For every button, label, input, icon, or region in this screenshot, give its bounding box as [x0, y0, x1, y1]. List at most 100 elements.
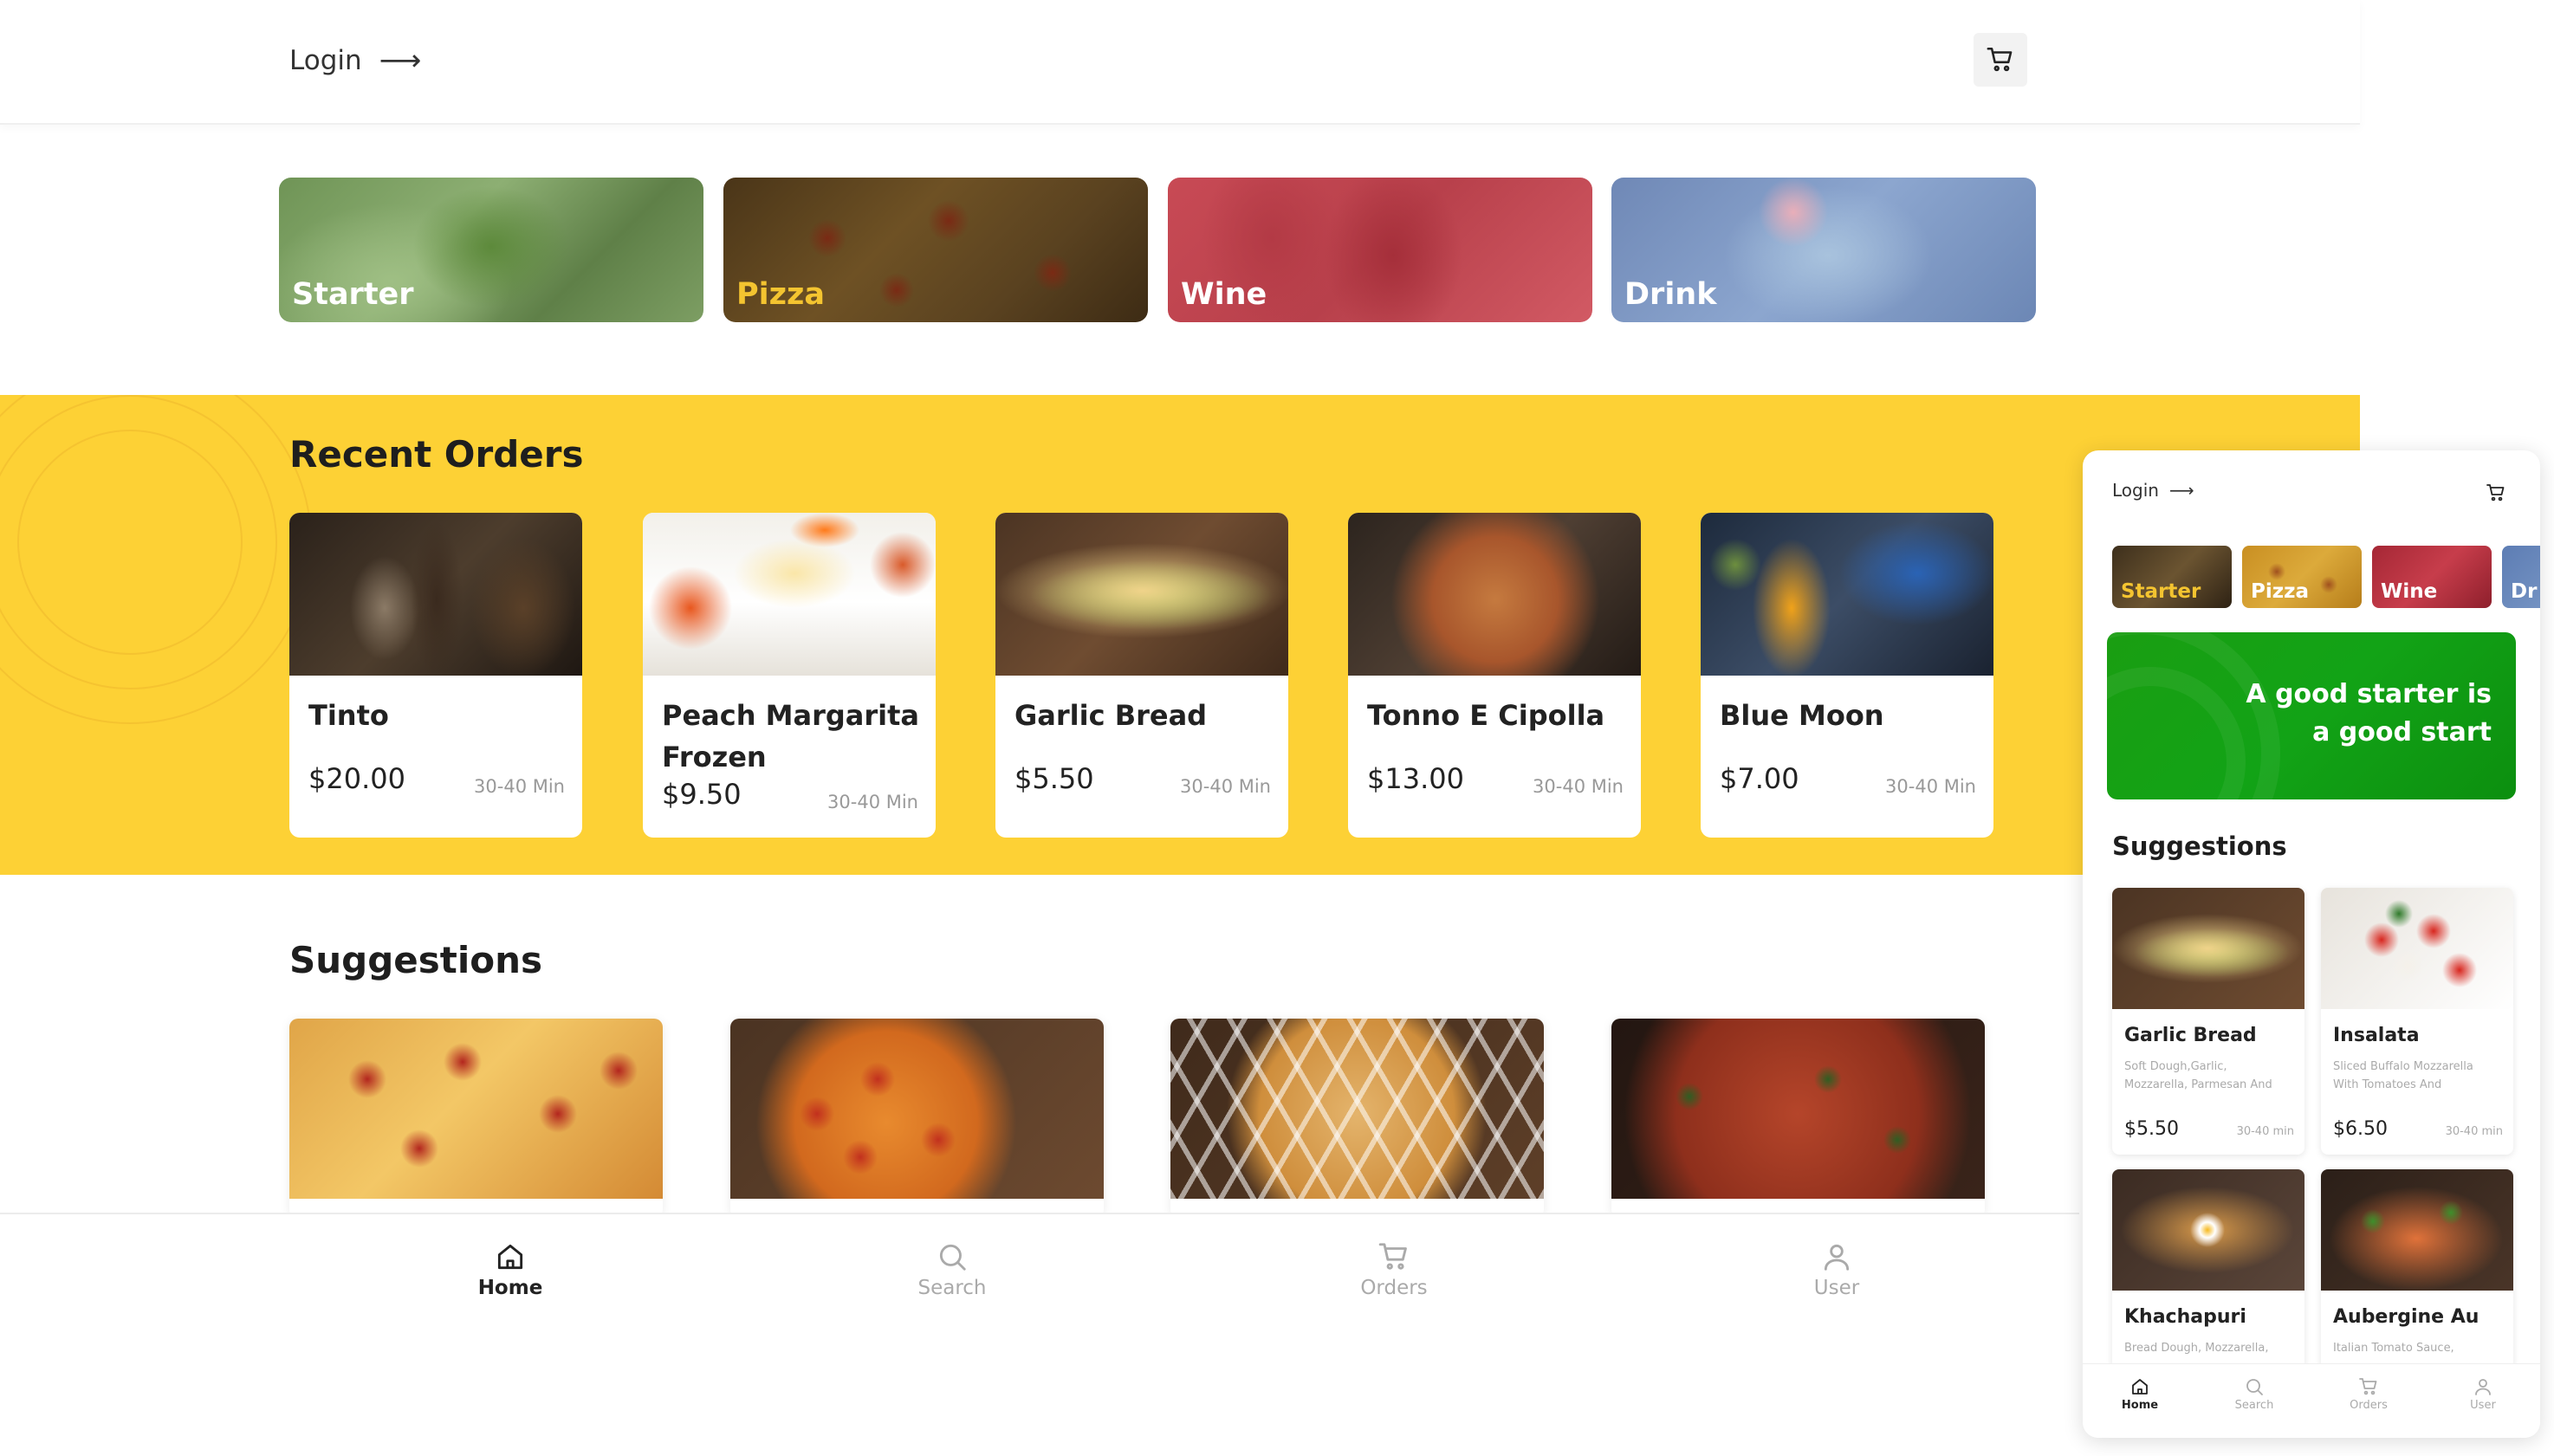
- order-card-peach-margarita[interactable]: Peach Margarita Frozen $9.50 30-40 Min: [643, 513, 936, 838]
- nav-label: Home: [2121, 1399, 2159, 1412]
- food-image: [2112, 888, 2304, 1009]
- cart-button[interactable]: [1974, 33, 2027, 87]
- mobile-bottom-nav: Home Search Orders User: [2083, 1363, 2540, 1438]
- nav-search[interactable]: Search: [2220, 1376, 2289, 1412]
- promo-text: A good starter is a good start: [2246, 679, 2492, 747]
- order-card-blue-moon[interactable]: Blue Moon $7.00 30-40 Min: [1701, 513, 1993, 838]
- suggestion-card-garlic-bread[interactable]: Garlic Bread Soft Dough,Garlic, Mozzarel…: [2112, 888, 2304, 1155]
- suggestion-card[interactable]: [730, 1019, 1104, 1218]
- category-label: Pizza: [736, 277, 826, 312]
- order-time: 30-40 Min: [1533, 776, 1624, 797]
- dish-name: Garlic Bread: [2124, 1025, 2257, 1046]
- order-name: Garlic Bread: [1014, 699, 1208, 732]
- user-icon: [2475, 1379, 2491, 1395]
- category-drink[interactable]: Dr: [2502, 546, 2540, 608]
- search-icon: [2246, 1379, 2263, 1395]
- category-label: Drink: [1624, 277, 1717, 312]
- login-link[interactable]: Login ⟶: [2112, 480, 2194, 501]
- home-icon: [2132, 1379, 2148, 1395]
- suggestions-title: Suggestions: [2112, 832, 2287, 861]
- order-price: $9.50: [662, 778, 742, 811]
- category-starter[interactable]: Starter: [2112, 546, 2232, 608]
- category-label: Starter: [292, 277, 414, 312]
- order-name: Blue Moon: [1720, 699, 1884, 732]
- cart-icon: [2359, 1378, 2377, 1395]
- food-image: [1701, 513, 1993, 676]
- nav-label: Search: [917, 1277, 987, 1299]
- category-label: Starter: [2121, 580, 2201, 603]
- home-icon: [497, 1244, 523, 1270]
- suggestion-card-insalata[interactable]: Insalata Sliced Buffalo Mozzarella With …: [2321, 888, 2513, 1155]
- mobile-preview: Login ⟶ Starter Pizza Wine Dr A good sta…: [2083, 450, 2540, 1438]
- category-label: Dr: [2511, 580, 2538, 603]
- dish-description: Bread Dough, Mozzarella,: [2124, 1342, 2269, 1355]
- category-pizza[interactable]: Pizza: [723, 178, 1148, 322]
- food-image: [730, 1019, 1104, 1199]
- dish-price: $6.50: [2333, 1118, 2388, 1140]
- order-name: Tinto: [308, 699, 389, 732]
- order-time: 30-40 Min: [474, 776, 565, 797]
- nav-user[interactable]: User: [2448, 1376, 2518, 1412]
- food-image: [289, 1019, 663, 1199]
- login-label: Login: [2112, 480, 2159, 501]
- order-name: Tonno E Cipolla: [1367, 699, 1605, 732]
- cart-icon: [2486, 484, 2505, 502]
- nav-user[interactable]: User: [1767, 1240, 1906, 1299]
- food-image: [1611, 1019, 1985, 1199]
- dish-description: Sliced Buffalo Mozzarella With Tomatoes …: [2333, 1060, 2473, 1091]
- nav-label: Search: [2234, 1399, 2274, 1412]
- order-card-tonno-e-cipolla[interactable]: Tonno E Cipolla $13.00 30-40 Min: [1348, 513, 1641, 838]
- food-image: [995, 513, 1288, 676]
- order-time: 30-40 Min: [1885, 776, 1976, 797]
- promo-banner[interactable]: A good starter is a good start: [2107, 632, 2516, 799]
- order-card-garlic-bread[interactable]: Garlic Bread $5.50 30-40 Min: [995, 513, 1288, 838]
- nav-label: Home: [477, 1277, 543, 1299]
- suggestion-card[interactable]: [289, 1019, 663, 1218]
- category-drink[interactable]: Drink: [1611, 178, 2036, 322]
- dish-description: Italian Tomato Sauce,: [2333, 1342, 2454, 1355]
- category-wine[interactable]: Wine: [2372, 546, 2492, 608]
- order-time: 30-40 Min: [827, 792, 918, 812]
- order-price: $13.00: [1367, 762, 1464, 795]
- nav-label: User: [2470, 1399, 2496, 1412]
- dish-time: 30-40 min: [2236, 1125, 2294, 1138]
- suggestion-card[interactable]: [1170, 1019, 1544, 1218]
- nav-label: Orders: [1360, 1277, 1428, 1299]
- food-image: [2112, 1169, 2304, 1291]
- login-label: Login: [289, 45, 362, 76]
- category-pizza[interactable]: Pizza: [2242, 546, 2362, 608]
- login-link[interactable]: Login ⟶: [289, 42, 421, 80]
- cart-button[interactable]: [2481, 478, 2511, 508]
- category-label: Pizza: [2251, 580, 2310, 603]
- food-image: [2321, 888, 2513, 1009]
- nav-orders[interactable]: Orders: [2334, 1376, 2403, 1412]
- arrow-right-icon: ⟶: [379, 43, 422, 78]
- suggestion-card[interactable]: [1611, 1019, 1985, 1218]
- food-image: [643, 513, 936, 676]
- user-icon: [1824, 1244, 1850, 1271]
- suggestion-card-khachapuri[interactable]: Khachapuri Bread Dough, Mozzarella,: [2112, 1169, 2304, 1395]
- category-label: Wine: [2381, 580, 2438, 603]
- nav-search[interactable]: Search: [883, 1240, 1021, 1299]
- dish-description: Soft Dough,Garlic, Mozzarella, Parmesan …: [2124, 1060, 2272, 1091]
- suggestion-card-aubergine[interactable]: Aubergine Au Italian Tomato Sauce,: [2321, 1169, 2513, 1395]
- food-image: [1348, 513, 1641, 676]
- category-starter[interactable]: Starter: [279, 178, 703, 322]
- suggestions-title: Suggestions: [289, 939, 542, 981]
- order-price: $5.50: [1014, 762, 1094, 795]
- order-price: $20.00: [308, 762, 405, 795]
- order-time: 30-40 Min: [1180, 776, 1271, 797]
- cart-icon: [1378, 1243, 1407, 1270]
- dish-name: Khachapuri: [2124, 1306, 2246, 1328]
- nav-home[interactable]: Home: [441, 1240, 580, 1299]
- nav-home[interactable]: Home: [2105, 1376, 2175, 1412]
- nav-orders[interactable]: Orders: [1325, 1240, 1463, 1299]
- food-image: [2321, 1169, 2513, 1291]
- category-label: Wine: [1181, 277, 1267, 312]
- food-image: [1170, 1019, 1544, 1199]
- nav-label: User: [1813, 1277, 1860, 1299]
- search-icon: [939, 1244, 966, 1271]
- order-card-tinto[interactable]: Tinto $20.00 30-40 Min: [289, 513, 582, 838]
- dish-price: $5.50: [2124, 1118, 2179, 1140]
- category-wine[interactable]: Wine: [1168, 178, 1592, 322]
